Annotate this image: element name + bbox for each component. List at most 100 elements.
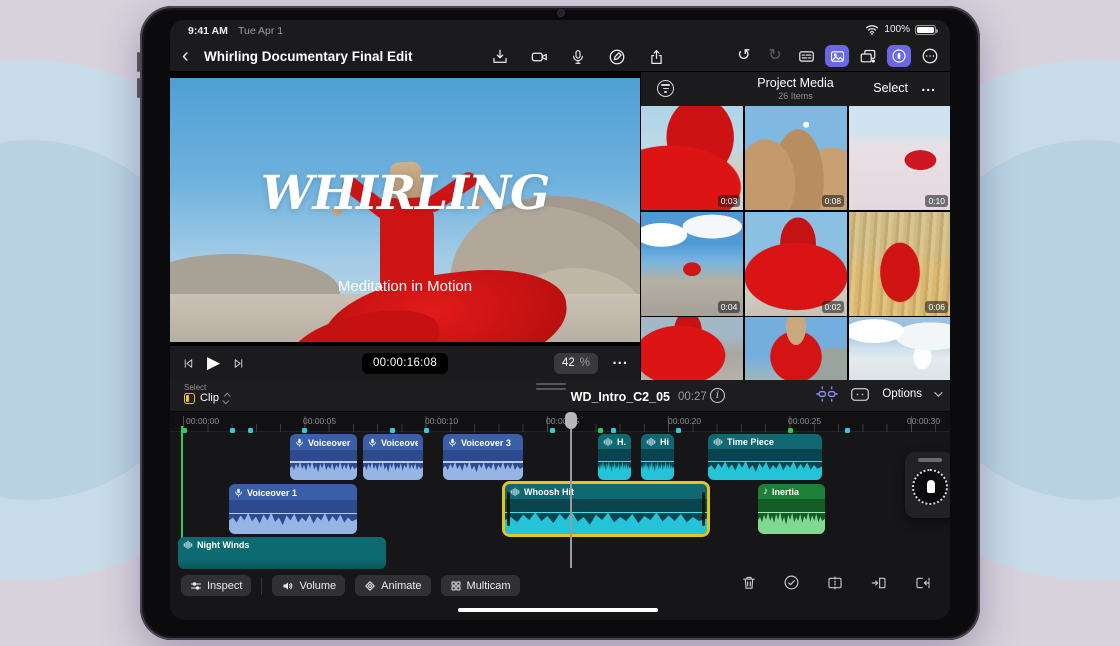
share-button[interactable] [644,46,668,68]
clip-name-label: Voiceover 3 [461,438,511,448]
multicam-icon [450,580,462,592]
wave-icon [510,487,520,497]
timeline-canvas[interactable]: Voiceover 2 Voiceover 2 Voiceover 3 H.. … [170,432,950,570]
home-indicator[interactable] [458,608,658,612]
timeline-clip-h-[interactable]: H.. [598,434,631,480]
insert-clip-button[interactable] [870,575,888,591]
trim-handle-left[interactable] [507,492,510,526]
media-thumbnail[interactable] [641,317,743,381]
media-thumbnail[interactable]: 0:02 [745,212,847,316]
overlay-clip-button[interactable] [856,45,880,67]
clip-duration-badge: 0:02 [822,301,845,313]
clip-duration-badge: 0:06 [925,301,948,313]
mic-icon [368,437,377,448]
clip-header: Night Winds [178,537,386,552]
jog-wheel-handle[interactable] [918,458,942,462]
media-more-button[interactable]: ... [921,78,936,94]
screen: 9:41 AM Tue Apr 1 100% ‹ Whirling Docume… [170,20,950,620]
media-thumbnail[interactable] [849,317,950,381]
timeline-start-marker [181,426,183,551]
animate-button[interactable]: Animate [355,575,430,596]
record-audio-button[interactable] [566,46,590,68]
wifi-icon [865,24,879,35]
volume-button[interactable]: Volume [272,575,345,596]
keyframe-dot[interactable] [182,428,187,433]
zoom-level-control[interactable]: 42 % [554,353,598,374]
keyframe-dot[interactable] [424,428,429,433]
keyframe-dot[interactable] [788,428,793,433]
wave-icon [183,540,193,550]
timeline-clip-inertia[interactable]: ♪ Inertia [758,484,825,534]
options-button[interactable]: Options [882,388,922,400]
keyframe-dot[interactable] [248,428,253,433]
keyframe-dot[interactable] [550,428,555,433]
trim-handle-right[interactable] [702,492,705,526]
titles-button[interactable] [794,45,818,67]
approve-button[interactable] [783,574,800,591]
selected-clip-duration: 00:27 [678,391,707,403]
media-thumbnail[interactable]: 0:03 [641,106,743,210]
import-button[interactable] [488,46,512,68]
split-clip-button[interactable] [826,575,844,591]
delete-button[interactable] [741,574,757,591]
multicam-button[interactable]: Multicam [441,575,520,596]
skip-to-end-button[interactable] [232,357,245,370]
keyframe-dot[interactable] [302,428,307,433]
clip-duration-badge: 0:03 [718,195,741,207]
jog-wheel-toggle-button[interactable] [887,45,911,67]
keyframe-dot[interactable] [845,428,850,433]
overwrite-clip-button[interactable] [914,575,932,591]
play-button[interactable]: ▶ [207,353,220,373]
clip-info-button[interactable]: i [710,388,725,403]
connect-clip-button[interactable] [850,386,870,403]
timeline-clip-voiceover-2[interactable]: Voiceover 2 [290,434,357,480]
battery-percent: 100% [884,24,910,35]
timeline-ruler[interactable]: 00:00:0000:00:0500:00:1000:00:1500:00:20… [170,412,950,432]
media-select-button[interactable]: Select [873,81,908,95]
media-thumbnail[interactable]: 0:06 [849,212,950,316]
inspect-button[interactable]: Inspect [181,575,251,596]
keyframe-dot[interactable] [676,428,681,433]
jog-wheel-dial[interactable] [912,469,948,505]
media-thumbnail[interactable] [745,317,847,381]
media-panel-header: Project Media 26 Items Select ... [641,72,950,106]
clip-tool-selector[interactable]: Clip [184,392,229,404]
skip-to-start-button[interactable] [182,357,195,370]
back-button[interactable]: ‹ [182,43,189,69]
inspect-icon [190,580,202,592]
keyframe-dot[interactable] [611,428,616,433]
clip-duration-badge: 0:04 [718,301,741,313]
timeline-clip-voiceover-3[interactable]: Voiceover 3 [443,434,523,480]
playhead-handle[interactable] [565,412,577,429]
timeline-clip-voiceover-2[interactable]: Voiceover 2 [363,434,423,480]
battery-icon [915,25,936,35]
timeline-clip-night-winds[interactable]: Night Winds [178,537,386,569]
media-thumbnail[interactable]: 0:10 [849,106,950,210]
status-bar: 9:41 AM Tue Apr 1 100% [170,20,950,42]
timeline-clip-time-piece[interactable]: Time Piece [708,434,822,480]
clip-waveform [598,449,631,480]
keyframe-dot[interactable] [230,428,235,433]
playhead[interactable] [570,412,572,568]
timeline-clip-high-[interactable]: High.. [641,434,674,480]
timeline-overview-button[interactable] [816,385,838,403]
timecode-display[interactable]: 00:00:16:08 [362,353,448,374]
media-thumbnail[interactable]: 0:04 [641,212,743,316]
undo-button[interactable]: ↺ [732,45,756,67]
viewer-more-button[interactable]: ... [612,351,628,368]
front-camera [558,10,564,16]
timeline-clip-whoosh-hit[interactable]: Whoosh Hit [505,484,707,534]
redo-button[interactable]: ↻ [763,45,787,67]
jog-wheel[interactable] [905,452,950,518]
record-video-button[interactable] [527,46,551,68]
keyframe-dot[interactable] [390,428,395,433]
video-preview[interactable]: WHIRLING Meditation in Motion [170,78,640,342]
media-thumbnail[interactable]: 0:08 [745,106,847,210]
more-menu-button[interactable] [918,45,942,67]
keyframe-dot[interactable] [598,428,603,433]
draw-button[interactable] [605,46,629,68]
media-browser-button[interactable] [825,45,849,67]
project-title: Whirling Documentary Final Edit [204,49,413,64]
wave-icon [646,437,656,447]
timeline-clip-voiceover-1[interactable]: Voiceover 1 [229,484,357,534]
